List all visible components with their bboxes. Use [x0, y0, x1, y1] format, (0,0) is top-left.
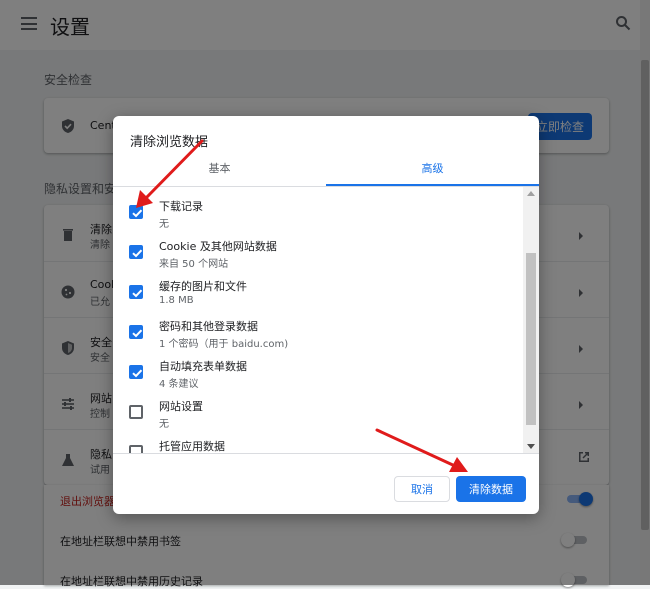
- checkbox-unchecked[interactable]: [129, 445, 143, 453]
- item-sublabel: 1 个密码（用于 baidu.com): [159, 339, 289, 350]
- item-label: 缓存的图片和文件: [159, 280, 247, 293]
- data-type-list: 下载记录 无 Cookie 及其他网站数据 来自 50 个网站 缓存的图片和文件…: [113, 187, 523, 453]
- dialog-title: 清除浏览数据: [130, 135, 209, 150]
- list-item-cached-images[interactable]: 缓存的图片和文件 1.8 MB: [113, 275, 523, 315]
- item-sublabel: 1.8 MB: [159, 295, 194, 306]
- tab-label: 高级: [421, 162, 444, 175]
- clear-data-button[interactable]: 清除数据: [456, 476, 526, 502]
- list-item-cookies[interactable]: Cookie 及其他网站数据 来自 50 个网站: [113, 235, 523, 275]
- scroll-down-arrow-icon[interactable]: [527, 444, 535, 450]
- footer-divider: [113, 453, 539, 454]
- tab-label: 基本: [208, 162, 231, 175]
- dialog-scrollbar[interactable]: [523, 187, 539, 453]
- item-label: 托管应用数据: [159, 440, 225, 453]
- checkbox-checked[interactable]: [129, 325, 143, 339]
- list-item-autofill[interactable]: 自动填充表单数据 4 条建议: [113, 355, 523, 395]
- item-label: Cookie 及其他网站数据: [159, 240, 277, 253]
- item-sublabel: 无: [159, 219, 169, 230]
- item-label: 网站设置: [159, 400, 203, 413]
- item-sublabel: 来自 50 个网站: [159, 259, 229, 270]
- checkbox-checked[interactable]: [129, 285, 143, 299]
- item-sublabel: 无: [159, 419, 169, 430]
- tab-basic[interactable]: 基本: [113, 160, 326, 186]
- list-item-hosted-app-data[interactable]: 托管应用数据: [113, 435, 523, 453]
- item-label: 自动填充表单数据: [159, 360, 247, 373]
- checkbox-checked[interactable]: [129, 365, 143, 379]
- tab-advanced[interactable]: 高级: [326, 160, 539, 186]
- scroll-up-arrow-icon[interactable]: [527, 190, 535, 196]
- cancel-button[interactable]: 取消: [394, 476, 450, 502]
- clear-browsing-data-dialog: 清除浏览数据 基本 高级 下载记录 无 Cookie 及其他网站数据 来自 50…: [113, 116, 539, 514]
- list-item-download-history[interactable]: 下载记录 无: [113, 195, 523, 235]
- dialog-scrollbar-thumb[interactable]: [526, 253, 536, 425]
- checkbox-unchecked[interactable]: [129, 405, 143, 419]
- item-label: 下载记录: [159, 200, 203, 213]
- checkbox-checked[interactable]: [129, 245, 143, 259]
- checkbox-checked[interactable]: [129, 205, 143, 219]
- item-label: 密码和其他登录数据: [159, 320, 258, 333]
- list-item-passwords[interactable]: 密码和其他登录数据 1 个密码（用于 baidu.com): [113, 315, 523, 355]
- list-item-site-settings[interactable]: 网站设置 无: [113, 395, 523, 435]
- item-sublabel: 4 条建议: [159, 379, 199, 390]
